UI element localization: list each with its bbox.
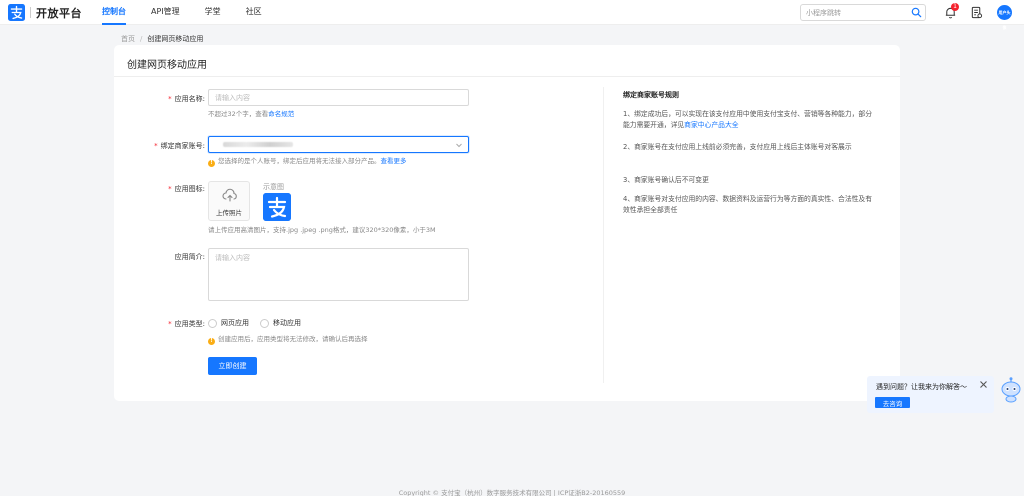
help-popup: 遇到问题？让我来为你解答～ 去咨询 [867, 376, 994, 413]
rule-2: 2、商家账号在支付应用上线前必须完善，支付应用上线后主体账号对客展示 [623, 143, 852, 151]
radio-web-app[interactable]: 网页应用 [208, 318, 249, 328]
radio-circle[interactable] [208, 318, 217, 328]
breadcrumb-home[interactable]: 首页 [121, 35, 135, 43]
required-mark: * [168, 320, 172, 328]
alipay-logo-icon [8, 4, 25, 21]
main-nav: 控制台 API管理 学堂 社区 [102, 0, 287, 25]
breadcrumb-current: 创建网页移动应用 [147, 35, 204, 43]
help-text: 遇到问题？让我来为你解答～ [876, 383, 967, 391]
app-type-label: * 应用类型: [168, 320, 205, 328]
sample-image-label: 示意图 [263, 183, 284, 191]
rule-4: 4、商家账号对支付应用的内容、数据资料及运营行为等方面的真实性、合法性及有效性承… [623, 195, 873, 214]
upload-cloud-icon [222, 188, 237, 202]
app-icon-hint: 请上传应用高清图片，支持.jpg .jpeg .png格式，建议320*320像… [208, 226, 436, 234]
upload-photo-button[interactable]: 上传照片 [208, 181, 250, 221]
search-icon[interactable] [911, 7, 922, 18]
required-mark: * [168, 185, 172, 193]
app-intro-label: 应用简介: [174, 253, 205, 261]
search-box [800, 4, 926, 21]
app-name-label: * 应用名称: [168, 95, 205, 103]
app-type-hint: ! 创建应用后，应用类型将无法修改，请确认后再选择 [208, 333, 368, 345]
warning-icon: ! [208, 338, 215, 345]
rules-title: 绑定商家账号规则 [623, 91, 679, 99]
app-name-input[interactable] [208, 89, 469, 106]
page-footer: Copyright © 支付宝（杭州）数字服务技术有限公司 | ICP证浙B2-… [398, 489, 626, 496]
nav-console[interactable]: 控制台 [102, 0, 126, 25]
merchant-account-select[interactable] [208, 136, 469, 153]
merchant-account-hint: ! 您选择的是个人账号，绑定后应用将无法接入部分产品。查看更多 [208, 155, 407, 167]
radio-circle[interactable] [260, 318, 269, 328]
nav-academy[interactable]: 学堂 [205, 0, 221, 25]
required-mark: * [168, 95, 172, 103]
breadcrumb-separator: / [140, 35, 143, 43]
naming-rules-link[interactable]: 命名规范 [268, 110, 294, 118]
user-avatar[interactable]: 用户头像 [997, 5, 1012, 30]
brand-logo[interactable]: 开放平台 [8, 4, 82, 21]
doc-icon[interactable] [970, 6, 983, 19]
notification-badge: 1 [951, 3, 959, 11]
close-icon[interactable] [979, 380, 988, 389]
app-icon-label: * 应用图标: [168, 185, 205, 193]
page-title: 创建网页移动应用 [127, 60, 207, 71]
title-divider [114, 76, 900, 77]
logo-divider [30, 7, 31, 18]
sample-alipay-icon [263, 193, 291, 221]
app-intro-textarea[interactable] [208, 248, 469, 301]
merchant-products-link[interactable]: 商家中心产品大全 [684, 121, 738, 129]
consult-button[interactable]: 去咨询 [875, 397, 910, 408]
required-mark: * [154, 142, 158, 150]
chevron-down-icon [456, 143, 462, 148]
upload-photo-label: 上传照片 [216, 209, 242, 217]
robot-icon[interactable] [1000, 377, 1022, 403]
breadcrumb: 首页 / 创建网页移动应用 [121, 34, 203, 44]
nav-community[interactable]: 社区 [246, 0, 262, 25]
warning-icon: ! [208, 160, 215, 167]
rule-3: 3、商家账号确认后不可变更 [623, 176, 709, 184]
view-more-link[interactable]: 查看更多 [381, 157, 407, 165]
create-app-card: 创建网页移动应用 *应用名称: 不超过32个字，查看命名规范 *绑定商家账号: … [114, 45, 900, 401]
brand-name: 开放平台 [36, 6, 82, 20]
radio-mobile-app[interactable]: 移动应用 [260, 318, 301, 328]
merchant-account-label: * 绑定商家账号: [154, 142, 205, 150]
search-input[interactable] [801, 5, 906, 20]
nav-api-management[interactable]: API管理 [151, 0, 180, 25]
panel-divider [603, 87, 604, 383]
merchant-account-value-redacted [223, 142, 293, 147]
create-now-button[interactable]: 立即创建 [208, 357, 257, 375]
app-name-hint: 不超过32个字，查看命名规范 [208, 110, 295, 118]
top-navigation-bar: 开放平台 控制台 API管理 学堂 社区 1 用户头像 [0, 0, 1024, 30]
rule-1: 1、绑定成功后，可以实现在该支付应用中使用支付宝支付、营销等各种能力，部分能力需… [623, 110, 873, 129]
